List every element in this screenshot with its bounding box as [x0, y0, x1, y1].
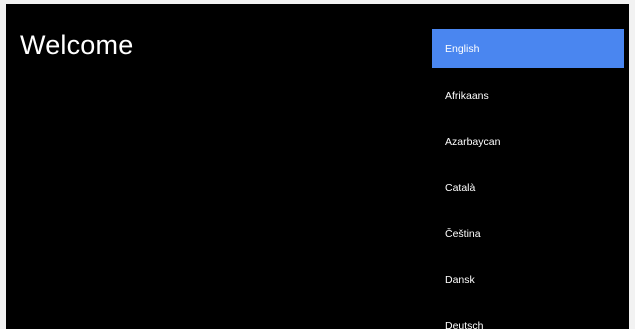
language-option-catala[interactable]: Català	[432, 168, 624, 207]
frame-left-edge	[0, 0, 6, 329]
page-title: Welcome	[20, 30, 134, 60]
language-option-azarbaycan[interactable]: Azarbaycan	[432, 122, 624, 161]
frame-right-edge	[629, 0, 635, 329]
frame-top-edge	[0, 0, 635, 4]
language-list[interactable]: English Afrikaans Azarbaycan Català Češt…	[432, 29, 624, 329]
language-option-cestina[interactable]: Čeština	[432, 214, 624, 253]
language-option-afrikaans[interactable]: Afrikaans	[432, 76, 624, 115]
language-option-deutsch[interactable]: Deutsch	[432, 306, 624, 329]
language-option-dansk[interactable]: Dansk	[432, 260, 624, 299]
language-option-english[interactable]: English	[432, 29, 624, 68]
welcome-screen: Welcome English Afrikaans Azarbaycan Cat…	[0, 0, 635, 329]
